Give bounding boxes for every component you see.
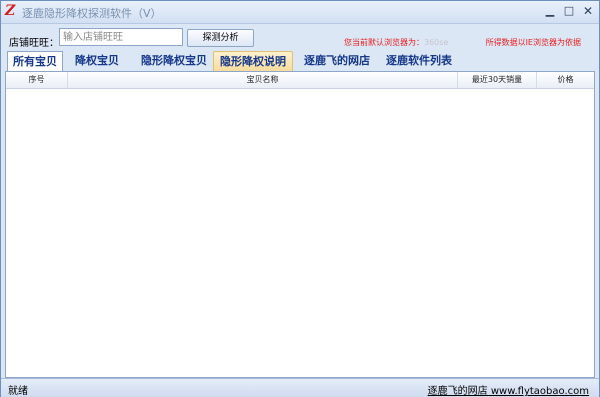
app-logo-icon: Z	[5, 3, 16, 19]
tab-all-items[interactable]: 所有宝贝	[7, 51, 63, 72]
table-header: 序号 宝贝名称 最近30天销量 价格	[6, 72, 594, 89]
status-text: 就绪	[8, 386, 28, 397]
column-header-item-name[interactable]: 宝贝名称	[68, 72, 458, 88]
status-bar: 就绪 逐鹿飞的网店 www.flytaobao.com	[1, 378, 599, 397]
browser-note: 您当前默认浏览器为：360se	[344, 37, 448, 48]
column-header-index[interactable]: 序号	[6, 72, 68, 88]
shop-input[interactable]	[59, 28, 183, 46]
close-button[interactable]: ✕	[579, 2, 597, 20]
detect-analyze-button[interactable]: 探测分析	[187, 29, 254, 47]
tab-downranked-items[interactable]: 降权宝贝	[69, 51, 125, 70]
app-window: Z 逐鹿隐形降权探测软件（V） ▁ □ ✕ 店铺旺旺： 探测分析 您当前默认浏览…	[0, 0, 600, 397]
items-table[interactable]: 序号 宝贝名称 最近30天销量 价格	[5, 71, 595, 378]
tab-hidden-downranked-items[interactable]: 隐形降权宝贝	[133, 51, 215, 70]
window-title: 逐鹿隐形降权探测软件（V）	[22, 7, 162, 20]
shop-label: 店铺旺旺：	[9, 38, 59, 49]
browser-note-prefix: 您当前默认浏览器为：	[344, 38, 424, 47]
column-header-30day-sales[interactable]: 最近30天销量	[458, 72, 537, 88]
tab-author-shop[interactable]: 逐鹿飞的网店	[297, 51, 377, 70]
tab-strip: 所有宝贝 降权宝贝 隐形降权宝贝 隐形降权说明 逐鹿飞的网店 逐鹿软件列表	[7, 51, 597, 72]
maximize-button[interactable]: □	[560, 2, 578, 20]
minimize-button[interactable]: ▁	[541, 2, 559, 20]
window-controls: ▁ □ ✕	[540, 2, 597, 20]
browser-name: 360se	[424, 38, 449, 47]
title-bar[interactable]: Z 逐鹿隐形降权探测软件（V） ▁ □ ✕	[1, 1, 599, 24]
column-header-price[interactable]: 价格	[537, 72, 594, 88]
tab-hidden-downrank-explanation[interactable]: 隐形降权说明	[213, 51, 293, 72]
shop-website-link[interactable]: 逐鹿飞的网店 www.flytaobao.com	[428, 382, 589, 397]
tab-software-list[interactable]: 逐鹿软件列表	[379, 51, 459, 70]
data-source-note: 所得数据以IE浏览器为依据	[485, 38, 581, 47]
